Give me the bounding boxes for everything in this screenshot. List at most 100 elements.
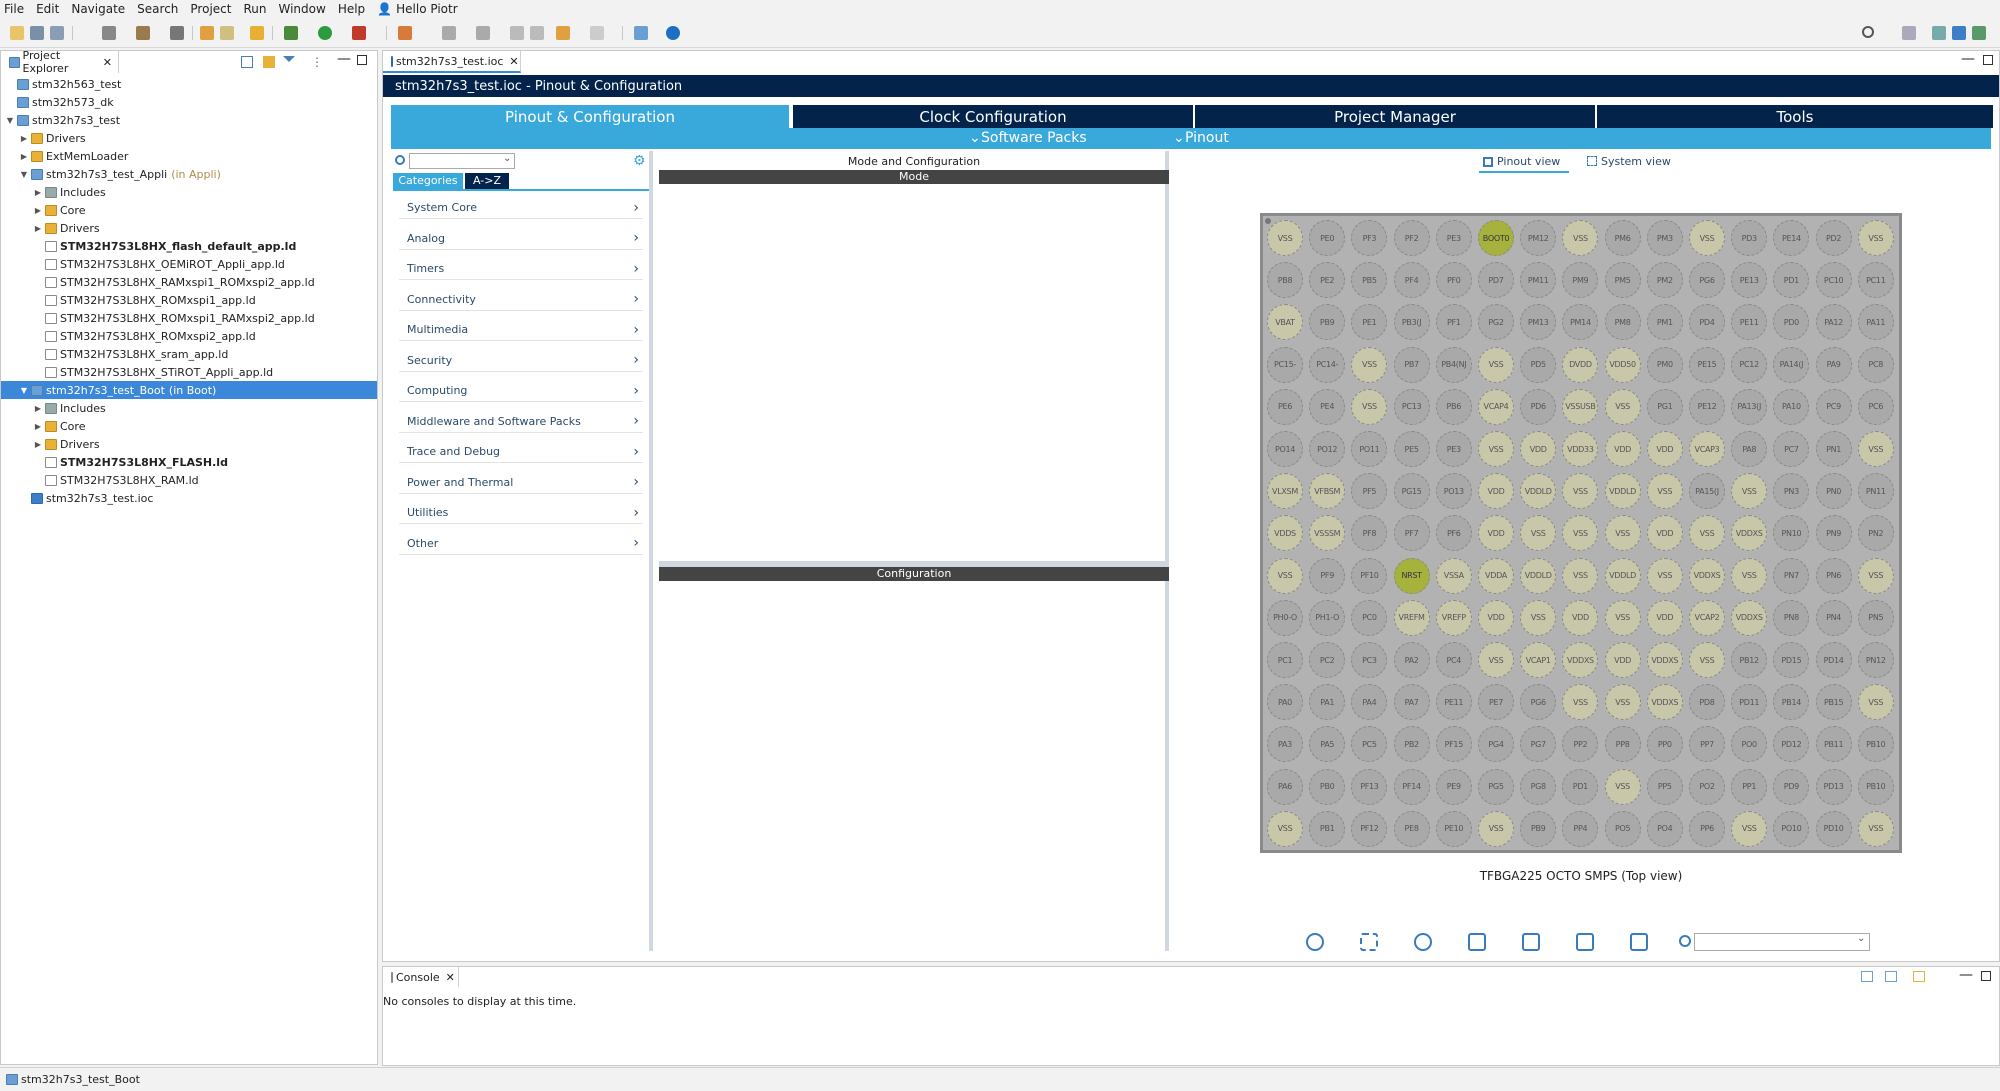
pin[interactable]: VSS [1478, 431, 1514, 467]
editor-minimize-icon[interactable]: — [1961, 51, 1975, 67]
tab-a-z[interactable]: A->Z [465, 173, 509, 189]
pin[interactable]: PD9 [1773, 768, 1810, 805]
pin[interactable]: PF1 [1435, 304, 1472, 341]
pin[interactable]: PC0 [1351, 599, 1388, 636]
clean-icon[interactable] [170, 26, 184, 40]
category-item[interactable]: Middleware and Software Packs › [399, 411, 643, 433]
perspective-mx-icon[interactable] [1952, 26, 1966, 40]
chevron-right-icon[interactable]: ▶ [33, 422, 43, 431]
view-menu-icon[interactable]: ⋮ [311, 55, 323, 69]
pin[interactable]: VSS [1562, 473, 1599, 510]
pin[interactable]: PA10 [1773, 388, 1810, 425]
category-search-input[interactable] [409, 153, 515, 169]
close-icon[interactable]: ✕ [446, 971, 455, 984]
close-icon[interactable]: ✕ [509, 55, 518, 68]
pin[interactable]: PF10 [1351, 557, 1388, 594]
perspective-a-icon[interactable] [1902, 26, 1916, 40]
pin[interactable]: PA0 [1267, 684, 1303, 721]
pin[interactable]: PO4 [1646, 810, 1683, 847]
pin[interactable]: PF5 [1351, 473, 1388, 510]
tree-item[interactable]: ▶ ExtMemLoader [1, 147, 377, 165]
pin[interactable]: PP8 [1604, 726, 1641, 763]
pin[interactable]: PC2 [1309, 642, 1346, 678]
pin[interactable]: PA11 [1857, 304, 1894, 341]
undo-icon[interactable] [200, 26, 214, 40]
menu-edit[interactable]: Edit [36, 2, 59, 16]
pin[interactable]: PA12 [1815, 304, 1852, 341]
pin[interactable]: PN3 [1773, 473, 1810, 510]
menu-search[interactable]: Search [137, 2, 178, 16]
tree-item[interactable]: STM32H7S3L8HX_RAM.ld [1, 471, 377, 489]
pin[interactable]: PE9 [1435, 768, 1472, 805]
tree-item[interactable]: ▼ stm32h7s3_test_Appli (in Appli) [1, 165, 377, 183]
tree-item[interactable]: ▼ stm32h7s3_test_Boot (in Boot) [1, 381, 377, 399]
pin[interactable]: PC7 [1773, 431, 1810, 467]
pin[interactable]: VSS [1562, 684, 1599, 721]
pin[interactable]: VSSUSB [1562, 388, 1599, 425]
pin[interactable]: VDDXS [1646, 642, 1683, 678]
pin[interactable]: PE1 [1351, 304, 1388, 341]
minimize-icon[interactable]: — [337, 51, 351, 67]
pin[interactable]: PN11 [1857, 473, 1894, 510]
tab-project-manager[interactable]: Project Manager [1195, 105, 1595, 128]
pin[interactable]: PB2 [1393, 726, 1430, 763]
menu-navigate[interactable]: Navigate [71, 2, 125, 16]
pin[interactable]: PB12 [1731, 642, 1768, 678]
external-tools-icon[interactable] [352, 26, 366, 40]
pin[interactable]: PE3 [1435, 220, 1472, 256]
tab-pinout-configuration[interactable]: Pinout & Configuration [391, 105, 789, 128]
chevron-right-icon[interactable]: ▶ [33, 206, 43, 215]
wand-icon[interactable] [398, 26, 412, 40]
pin[interactable]: PD5 [1520, 346, 1557, 383]
pin[interactable]: VSSA [1435, 557, 1472, 594]
pin[interactable]: PN9 [1815, 515, 1852, 552]
tree-item[interactable]: ▶ Drivers [1, 435, 377, 453]
editor-tab[interactable]: stm32h7s3_test.ioc ✕ [383, 51, 521, 73]
pin[interactable]: PB10 [1857, 726, 1894, 763]
category-item[interactable]: Timers › [399, 258, 643, 280]
pin[interactable]: PM8 [1604, 304, 1641, 341]
pin[interactable]: PE7 [1478, 684, 1514, 721]
pin[interactable]: PC12 [1731, 346, 1768, 383]
pin[interactable]: PE13 [1731, 262, 1768, 299]
rotate-right-icon[interactable] [1522, 933, 1540, 951]
pin[interactable]: PC6 [1857, 388, 1894, 425]
perspective-b-icon[interactable] [1932, 26, 1946, 40]
zoom-out-icon[interactable] [1414, 933, 1432, 951]
next-annotation-icon[interactable] [442, 26, 456, 40]
run-icon[interactable] [318, 26, 332, 40]
pin[interactable]: PM2 [1646, 262, 1683, 299]
pin[interactable]: PB4(NJ [1435, 346, 1472, 383]
pin[interactable]: PN0 [1815, 473, 1852, 510]
tree-item[interactable]: stm32h7s3_test.ioc [1, 489, 377, 507]
pin[interactable]: VDDS [1267, 515, 1303, 552]
back-icon[interactable] [510, 26, 524, 40]
build-icon[interactable] [136, 26, 150, 40]
debug-icon[interactable] [284, 26, 298, 40]
pin[interactable]: PG15 [1393, 473, 1430, 510]
pin[interactable]: PG6 [1520, 684, 1557, 721]
pin[interactable]: VDD [1478, 599, 1514, 636]
pin[interactable]: VDD [1646, 515, 1683, 552]
pin[interactable]: PF2 [1393, 220, 1430, 256]
pin[interactable]: PO10 [1773, 810, 1810, 847]
pin[interactable]: DVDD [1562, 346, 1599, 383]
link-editor-icon[interactable] [263, 56, 275, 68]
pin[interactable]: PE10 [1435, 810, 1472, 847]
pin[interactable]: VDDXS [1689, 557, 1725, 594]
pin[interactable]: PN12 [1857, 642, 1894, 678]
pin[interactable]: PD13 [1815, 768, 1852, 805]
pin[interactable]: PE11 [1731, 304, 1768, 341]
new-icon[interactable] [10, 26, 24, 40]
info-icon[interactable] [666, 26, 680, 40]
pin[interactable]: VDDLD [1520, 557, 1557, 594]
tree-item[interactable]: ▶ Core [1, 417, 377, 435]
menu-project[interactable]: Project [190, 2, 231, 16]
pin[interactable]: VDD [1604, 642, 1641, 678]
pin[interactable]: PO11 [1351, 431, 1388, 467]
pin[interactable]: PG6 [1689, 262, 1725, 299]
pin[interactable]: PM9 [1562, 262, 1599, 299]
tab-clock-configuration[interactable]: Clock Configuration [793, 105, 1193, 128]
pin[interactable]: VDDXS [1731, 515, 1768, 552]
pin[interactable]: VBAT [1267, 304, 1303, 341]
